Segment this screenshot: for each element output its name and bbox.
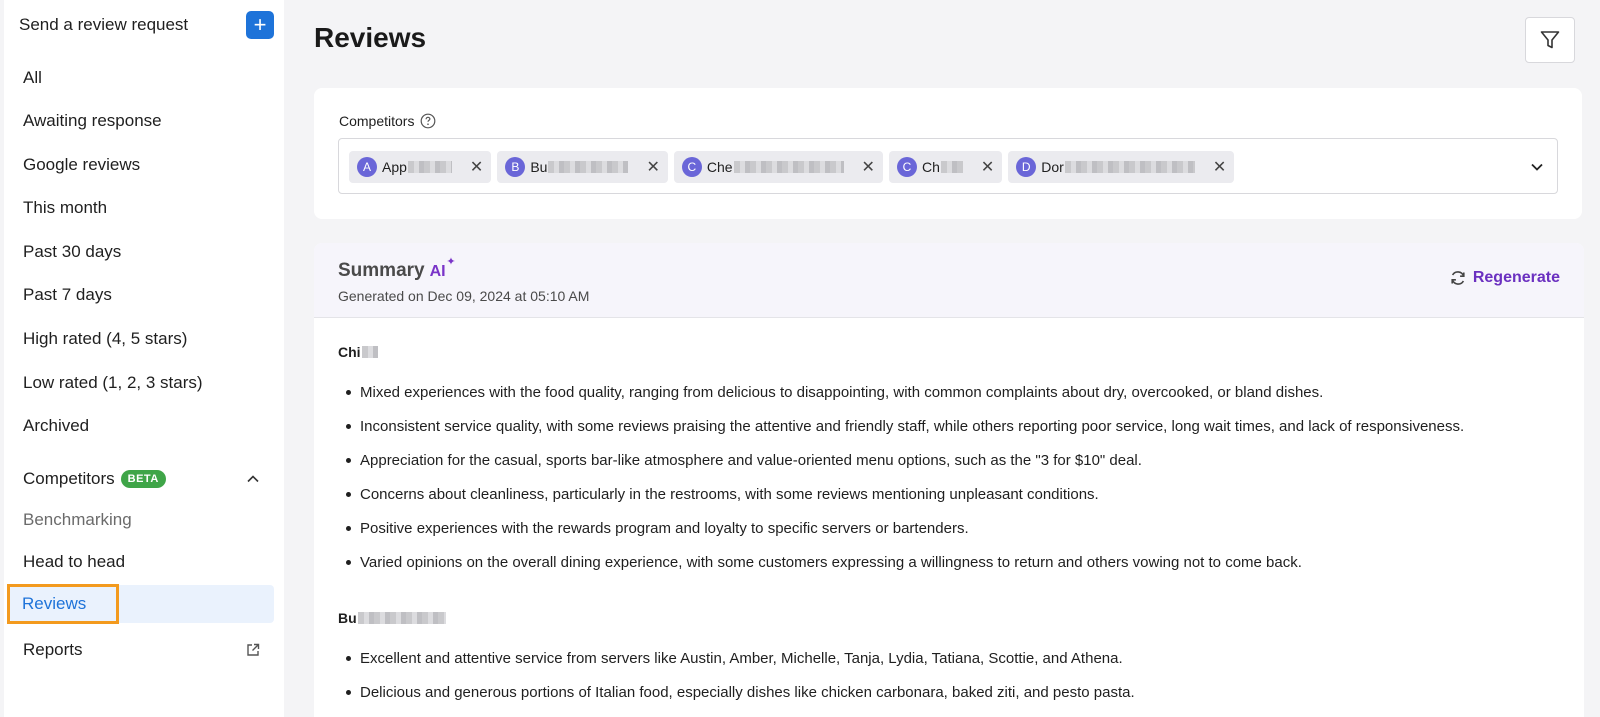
avatar: B (505, 157, 526, 177)
chevron-down-icon[interactable] (1529, 159, 1545, 175)
business-name: Bu (338, 609, 1558, 627)
sidebar-item-label: Head to head (23, 552, 126, 571)
list-item: Varied opinions on the overall dining ex… (338, 545, 1558, 579)
summary-body: Chi Mixed experiences with the food qual… (338, 343, 1558, 709)
sidebar-item-all[interactable]: All (10, 59, 274, 97)
redacted-text (940, 161, 963, 173)
summary-title: Summary AI ✦ (338, 256, 456, 282)
redacted-text (1064, 161, 1195, 173)
list-item: Inconsistent service quality, with some … (338, 409, 1558, 443)
page-title: Reviews (314, 22, 427, 53)
sidebar-item-past-7-days[interactable]: Past 7 days (10, 276, 274, 314)
list-item: Positive experiences with the rewards pr… (338, 511, 1558, 545)
chevron-up-icon[interactable] (246, 472, 260, 486)
remove-chip-icon[interactable]: ✕ (470, 157, 483, 177)
sidebar-item-label: Past 30 days (23, 242, 122, 261)
add-review-request-button[interactable]: + (246, 11, 274, 39)
ai-badge: AI ✦ (429, 256, 456, 281)
regenerate-button[interactable]: Regenerate (1449, 269, 1560, 287)
competitors-field-label: Competitors (339, 113, 436, 129)
sidebar-item-label: Awaiting response (23, 111, 162, 130)
sidebar-item-this-month[interactable]: This month (10, 189, 274, 227)
avatar: C (896, 157, 917, 177)
summary-bullet-list: Mixed experiences with the food quality,… (338, 375, 1558, 579)
sidebar-item-label: High rated (4, 5 stars) (23, 329, 188, 348)
sidebar-item-reports[interactable]: Reports (10, 631, 274, 669)
sidebar-item-label: Benchmarking (23, 510, 132, 529)
redacted-text (548, 161, 629, 173)
generated-timestamp: Generated on Dec 09, 2024 at 05:10 AM (338, 288, 590, 304)
remove-chip-icon[interactable]: ✕ (862, 157, 875, 177)
sidebar-item-label: All (23, 68, 42, 87)
list-item: Mixed experiences with the food quality,… (338, 375, 1558, 409)
list-item: Delicious and generous portions of Itali… (338, 675, 1558, 709)
redacted-text (357, 612, 446, 624)
competitors-label-text: Competitors (339, 113, 415, 129)
sidebar-item-archived[interactable]: Archived (10, 407, 274, 445)
sidebar-item-label: Reports (23, 640, 83, 659)
send-review-request-label[interactable]: Send a review request (19, 15, 188, 35)
sidebar-item-low-rated[interactable]: Low rated (1, 2, 3 stars) (10, 364, 274, 402)
sidebar-item-label: This month (23, 198, 108, 217)
competitor-chip[interactable]: C Ch ✕ (888, 151, 1003, 183)
sidebar-item-label: Low rated (1, 2, 3 stars) (23, 373, 203, 392)
list-item: Appreciation for the casual, sports bar-… (338, 443, 1558, 477)
list-item: Concerns about cleanliness, particularly… (338, 477, 1558, 511)
competitors-card: Competitors A App ✕ B Bu ✕ C Che ✕ C Ch … (314, 88, 1582, 219)
remove-chip-icon[interactable]: ✕ (1213, 157, 1226, 177)
sidebar-item-head-to-head[interactable]: Head to head (10, 543, 274, 581)
redacted-text (407, 161, 452, 173)
competitor-chip[interactable]: D Dor ✕ (1008, 151, 1235, 183)
beta-badge: BETA (120, 470, 166, 488)
sidebar-item-label: Google reviews (23, 155, 141, 174)
sidebar: Send a review request + All Awaiting res… (4, 0, 284, 717)
redacted-text (733, 161, 844, 173)
avatar: A (357, 157, 377, 177)
help-icon[interactable] (420, 113, 436, 129)
summary-header: Summary AI ✦ Generated on Dec 09, 2024 at… (314, 243, 1584, 318)
ai-label: AI (429, 263, 446, 280)
external-link-icon (247, 643, 260, 656)
avatar: D (1016, 157, 1037, 177)
sidebar-item-awaiting-response[interactable]: Awaiting response (10, 102, 274, 140)
sidebar-item-high-rated[interactable]: High rated (4, 5 stars) (10, 320, 274, 358)
competitor-name: App (382, 159, 407, 175)
competitor-name: Dor (1041, 159, 1064, 175)
summary-card: Summary AI ✦ Generated on Dec 09, 2024 at… (314, 243, 1584, 717)
sidebar-item-label: Reviews (6, 584, 120, 624)
business-name-text: Chi (338, 344, 361, 360)
summary-bullet-list: Excellent and attentive service from ser… (338, 641, 1558, 709)
main-content: Reviews Competitors A App ✕ B Bu ✕ C Che… (314, 0, 1584, 717)
competitor-name: Che (706, 159, 733, 175)
send-review-request-row: Send a review request + (19, 10, 274, 40)
competitor-chip[interactable]: A App ✕ (349, 151, 492, 183)
competitors-multiselect[interactable]: A App ✕ B Bu ✕ C Che ✕ C Ch ✕ D Dor ✕ (338, 138, 1558, 194)
avatar: C (681, 157, 702, 177)
competitor-name: Ch (921, 159, 940, 175)
competitor-chips: A App ✕ B Bu ✕ C Che ✕ C Ch ✕ D Dor ✕ (349, 151, 1235, 183)
redacted-text (361, 346, 378, 358)
sidebar-item-google-reviews[interactable]: Google reviews (10, 146, 274, 184)
filter-button[interactable] (1525, 17, 1575, 63)
sidebar-item-label: Archived (23, 416, 90, 435)
list-item: Excellent and attentive service from ser… (338, 641, 1558, 675)
filter-icon (1540, 31, 1560, 49)
competitor-chip[interactable]: B Bu ✕ (497, 151, 668, 183)
sidebar-item-reviews[interactable]: Reviews (6, 584, 274, 624)
remove-chip-icon[interactable]: ✕ (646, 157, 659, 177)
competitor-chip[interactable]: C Che ✕ (673, 151, 883, 183)
refresh-icon (1451, 271, 1465, 285)
competitors-section-toggle[interactable]: Competitors BETA (10, 460, 274, 498)
business-name: Chi (338, 343, 1558, 361)
regenerate-label: Regenerate (1472, 269, 1560, 286)
summary-title-text: Summary (338, 260, 425, 281)
competitors-section-label: Competitors (23, 469, 115, 488)
competitor-name: Bu (530, 159, 548, 175)
sparkle-icon: ✦ (446, 256, 456, 268)
sidebar-item-label: Past 7 days (23, 285, 112, 304)
sidebar-item-past-30-days[interactable]: Past 30 days (10, 233, 274, 271)
remove-chip-icon[interactable]: ✕ (981, 157, 994, 177)
business-name-text: Bu (338, 610, 357, 626)
sidebar-item-benchmarking[interactable]: Benchmarking (10, 501, 274, 539)
